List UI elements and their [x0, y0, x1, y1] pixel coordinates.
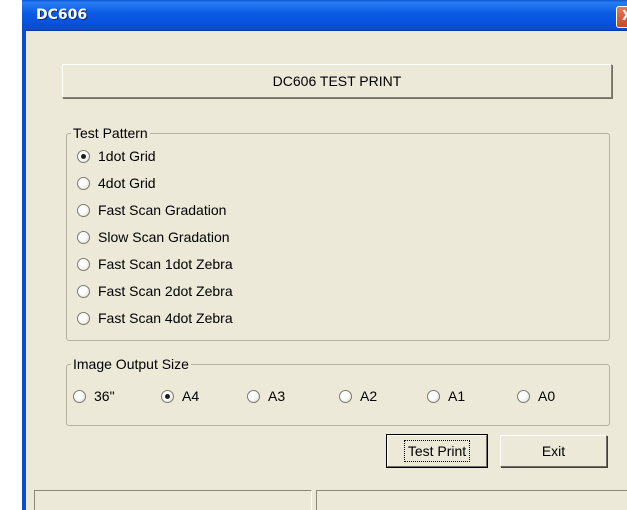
radio-label: 36" — [94, 388, 115, 404]
radio-size-a2[interactable]: A2 — [339, 388, 377, 404]
radio-icon[interactable] — [77, 176, 90, 190]
radio-label: 4dot Grid — [98, 175, 156, 191]
close-icon[interactable]: X — [616, 6, 627, 28]
radio-icon[interactable] — [77, 257, 90, 271]
radio-label: A0 — [538, 388, 556, 404]
test-pattern-legend: Test Pattern — [71, 125, 150, 141]
header-button[interactable]: DC606 TEST PRINT — [62, 64, 612, 98]
radio-label: 1dot Grid — [98, 148, 156, 164]
test-print-label: Test Print — [403, 440, 471, 462]
status-panel-right — [316, 490, 627, 510]
radio-fast-scan-1dot-zebra[interactable]: Fast Scan 1dot Zebra — [77, 256, 233, 272]
radio-fast-scan-gradation[interactable]: Fast Scan Gradation — [77, 202, 226, 218]
window-title: DC606 — [36, 7, 88, 23]
image-output-size-legend: Image Output Size — [71, 356, 191, 372]
radio-icon[interactable] — [77, 311, 90, 325]
radio-label: A2 — [360, 388, 378, 404]
radio-label: A1 — [448, 388, 466, 404]
title-bar[interactable]: DC606 X — [22, 0, 627, 31]
radio-label: Fast Scan 1dot Zebra — [98, 256, 233, 272]
radio-label: A3 — [268, 388, 286, 404]
radio-icon[interactable] — [427, 389, 440, 403]
radio-icon[interactable] — [73, 389, 86, 403]
radio-icon[interactable] — [77, 203, 90, 217]
radio-1dot-grid[interactable]: 1dot Grid — [77, 148, 156, 164]
radio-label: Fast Scan 4dot Zebra — [98, 310, 233, 326]
radio-icon[interactable] — [77, 284, 90, 298]
radio-slow-scan-gradation[interactable]: Slow Scan Gradation — [77, 229, 230, 245]
radio-fast-scan-4dot-zebra[interactable]: Fast Scan 4dot Zebra — [77, 310, 233, 326]
radio-icon[interactable] — [339, 389, 352, 403]
radio-icon[interactable] — [77, 149, 90, 163]
test-pattern-group: Test Pattern 1dot Grid 4dot Grid Fast Sc… — [66, 125, 610, 341]
radio-size-a0[interactable]: A0 — [517, 388, 555, 404]
test-print-button[interactable]: Test Print — [386, 434, 488, 468]
radio-label: Fast Scan 2dot Zebra — [98, 283, 233, 299]
radio-label: Fast Scan Gradation — [98, 202, 227, 218]
image-output-size-group: Image Output Size 36" A4 A3 A2 A1 A0 — [66, 356, 610, 426]
radio-size-36in[interactable]: 36" — [73, 388, 115, 404]
radio-label: Slow Scan Gradation — [98, 229, 230, 245]
window-border — [22, 30, 26, 510]
radio-size-a3[interactable]: A3 — [247, 388, 285, 404]
radio-icon[interactable] — [77, 230, 90, 244]
radio-4dot-grid[interactable]: 4dot Grid — [77, 175, 156, 191]
status-panel-left — [34, 490, 312, 510]
radio-label: A4 — [182, 388, 200, 404]
radio-size-a4[interactable]: A4 — [161, 388, 199, 404]
radio-fast-scan-2dot-zebra[interactable]: Fast Scan 2dot Zebra — [77, 283, 233, 299]
radio-size-a1[interactable]: A1 — [427, 388, 465, 404]
radio-icon[interactable] — [161, 389, 174, 403]
radio-icon[interactable] — [517, 389, 530, 403]
dialog-window: DC606 X DC606 TEST PRINT Test Pattern 1d… — [22, 0, 627, 510]
radio-icon[interactable] — [247, 389, 260, 403]
exit-button[interactable]: Exit — [500, 435, 607, 467]
